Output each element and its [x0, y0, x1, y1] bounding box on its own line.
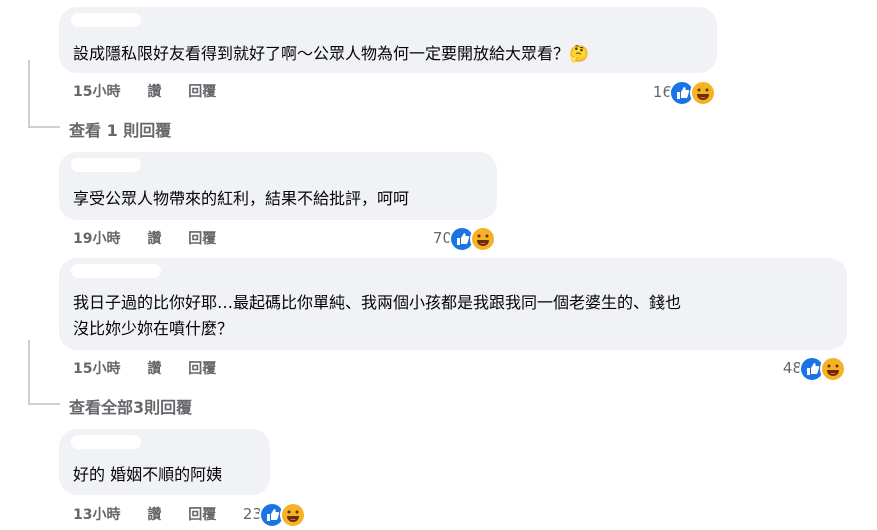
comment-meta: 19小時 讚 回覆 [73, 228, 238, 248]
redacted-author-name [71, 435, 141, 449]
comment-timestamp[interactable]: 13小時 [73, 507, 120, 523]
comment-bubble: 我日子過的比你好耶…最起碼比你單純、我兩個小孩都是我跟我同一個老婆生的、錢也 沒… [59, 258, 847, 350]
comment-timestamp[interactable]: 19小時 [73, 231, 120, 247]
like-button[interactable]: 讚 [147, 507, 161, 523]
comment-timestamp[interactable]: 15小時 [73, 84, 120, 100]
haha-icon [820, 356, 846, 382]
thread-line [28, 340, 30, 403]
haha-icon [470, 226, 496, 252]
like-button[interactable]: 讚 [147, 361, 161, 377]
view-replies-link[interactable]: 查看全部3則回覆 [69, 394, 192, 418]
reaction-summary[interactable]: 16 [646, 80, 716, 106]
reaction-summary[interactable]: 48 [776, 356, 846, 382]
comment-timestamp[interactable]: 15小時 [73, 361, 120, 377]
comment-meta: 15小時 讚 回覆 [73, 358, 238, 378]
reply-button[interactable]: 回覆 [188, 507, 216, 523]
comment-bubble: 享受公眾人物帶來的紅利，結果不給批評，呵呵 [59, 152, 497, 220]
redacted-author-name [71, 158, 141, 172]
haha-icon [690, 80, 716, 106]
haha-icon [280, 502, 306, 528]
thread-line [28, 126, 60, 128]
reaction-summary[interactable]: 23 [236, 502, 306, 528]
reply-button[interactable]: 回覆 [188, 84, 216, 100]
reply-button[interactable]: 回覆 [188, 361, 216, 377]
comment-text: 設成隱私限好友看得到就好了啊～公眾人物為何一定要開放給大眾看？🤔 [73, 44, 589, 63]
reaction-summary[interactable]: 70 [426, 226, 496, 252]
redacted-author-name [71, 13, 141, 27]
comment-text: 我日子過的比你好耶…最起碼比你單純、我兩個小孩都是我跟我同一個老婆生的、錢也 [73, 293, 682, 312]
comment-meta: 15小時 讚 回覆 [73, 81, 238, 101]
comment-text: 沒比妳少妳在噴什麼？ [73, 319, 234, 338]
thread-line [28, 403, 60, 405]
thread-line [28, 60, 30, 126]
like-button[interactable]: 讚 [147, 84, 161, 100]
comment-meta: 13小時 讚 回覆 [73, 504, 238, 524]
comment-bubble: 設成隱私限好友看得到就好了啊～公眾人物為何一定要開放給大眾看？🤔 [59, 7, 717, 73]
comment-text: 享受公眾人物帶來的紅利，結果不給批評，呵呵 [73, 189, 410, 208]
comment-bubble: 好的 婚姻不順的阿姨 [59, 429, 270, 495]
view-replies-link[interactable]: 查看 1 則回覆 [69, 117, 171, 141]
comment-text: 好的 婚姻不順的阿姨 [73, 465, 223, 484]
redacted-author-name [71, 264, 161, 278]
like-button[interactable]: 讚 [147, 231, 161, 247]
reply-button[interactable]: 回覆 [188, 231, 216, 247]
